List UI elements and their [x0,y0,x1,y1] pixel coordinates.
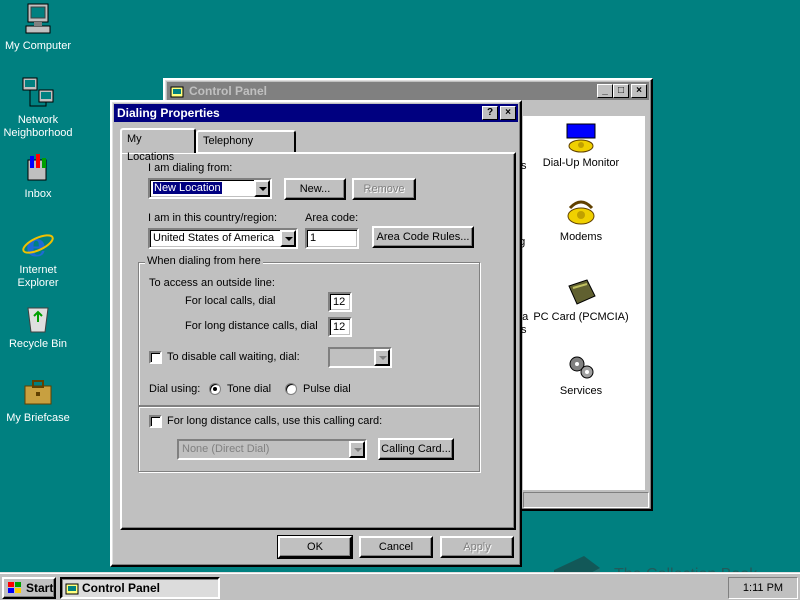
local-calls-label: For local calls, dial [185,295,276,307]
maximize-button[interactable]: □ [613,84,629,98]
windows-logo-icon [8,582,21,593]
chevron-down-icon[interactable] [280,230,296,247]
help-button[interactable]: ? [482,106,498,120]
control-panel-title: Control Panel [189,84,268,98]
taskbar-item-control-panel[interactable]: Control Panel [60,577,220,599]
dialing-properties-dialog[interactable]: Dialing Properties ? × My Locations Tele… [110,100,522,567]
cp-item-label: PC Card (PCMCIA) [533,311,629,323]
taskbar-item-label: Control Panel [82,581,161,595]
minimize-button[interactable]: _ [597,84,613,98]
dialog-title: Dialing Properties [117,106,220,120]
apply-button[interactable]: Apply [440,536,514,558]
desktop-icon-label: My Briefcase [6,412,70,424]
calling-card-value: None (Direct Dial) [182,443,270,455]
inbox-icon [27,154,47,181]
desktop-icon-label: My Computer [4,40,72,52]
desktop-icon-recycle-bin[interactable]: Recycle Bin [0,302,76,351]
calling-card-group: For long distance calls, use this callin… [138,406,480,472]
calling-card-checkbox[interactable] [149,415,162,428]
cp-item-label: Modems [559,231,603,243]
desktop-icon-internet-explorer[interactable]: e Internet Explorer [0,226,76,290]
taskbar: Start Control Panel 1:11 PM [0,572,800,600]
cp-item-pc-card[interactable]: PC Card (PCMCIA) [531,276,631,324]
calling-card-button[interactable]: Calling Card... [378,438,454,460]
chevron-down-icon[interactable] [374,349,390,366]
tab-panel-my-locations: I am dialing from: New Location New... R… [120,152,516,530]
desktop-icon-label: Network Neighborhood [3,114,73,139]
desktop-icon-my-computer[interactable]: My Computer [0,2,76,53]
control-panel-titlebar[interactable]: Control Panel _ □ × [167,82,649,100]
close-button[interactable]: × [631,84,647,98]
desktop-icon-inbox[interactable]: Inbox [0,152,76,201]
services-gear-icon [569,356,594,379]
long-distance-value: 12 [333,321,346,333]
tab-telephony-drivers[interactable]: Telephony Drivers [196,130,296,165]
chevron-down-icon[interactable] [349,441,365,458]
tab-my-locations[interactable]: My Locations [120,128,196,163]
ok-button[interactable]: OK [277,535,353,559]
call-waiting-label: To disable call waiting, dial: [167,351,300,363]
desktop-icon-network-neighborhood[interactable]: Network Neighborhood [0,76,76,140]
area-code-rules-button[interactable]: Area Code Rules... [372,226,474,248]
desktop-icon-label: Recycle Bin [8,338,68,350]
modem-icon [567,200,595,225]
long-distance-label: For long distance calls, dial [185,320,318,332]
start-label: Start [26,581,54,595]
dialing-from-value: New Location [153,182,222,194]
briefcase-icon [24,380,52,405]
start-button[interactable]: Start [2,577,56,599]
country-label: I am in this country/region: [148,212,278,224]
computer-icon [25,3,51,34]
call-waiting-combo[interactable] [328,347,392,368]
cp-item-dial-up-monitor[interactable]: Dial-Up Monitor [531,122,631,170]
area-code-input[interactable]: 1 [305,228,359,249]
desktop-icon-label: Internet Explorer [17,264,59,289]
cancel-button[interactable]: Cancel [359,536,433,558]
tone-dial-radio[interactable] [209,383,221,395]
status-bar [523,492,649,508]
dial-using-label: Dial using: [149,383,201,395]
tone-dial-label: Tone dial [227,383,272,395]
system-tray: 1:11 PM [728,577,798,599]
cp-item-modems[interactable]: Modems [531,196,631,244]
pc-card-icon [568,279,596,305]
group-title: When dialing from here [145,255,263,267]
cp-item-label: Dial-Up Monitor [542,157,620,169]
desktop-icon-my-briefcase[interactable]: My Briefcase [0,378,76,425]
dialing-from-combo[interactable]: New Location [148,178,272,199]
control-panel-icons-view[interactable]: s ng ata s Dial-Up Monitor Modems PC Car… [513,116,645,490]
close-button[interactable]: × [500,106,516,120]
country-value: United States of America [153,232,275,244]
dialog-titlebar[interactable]: Dialing Properties ? × [114,104,518,122]
when-dialing-group: When dialing from here To access an outs… [138,255,480,406]
calling-card-label: For long distance calls, use this callin… [167,415,383,427]
control-panel-icon [65,583,79,595]
recycle-bin-icon [27,307,49,333]
control-panel-icon [170,86,184,98]
local-calls-value: 12 [333,296,346,308]
local-calls-input[interactable]: 12 [328,292,352,312]
dial-up-monitor-icon [566,123,596,153]
tab-label: My Locations [127,133,175,163]
internet-explorer-icon: e [22,226,54,260]
long-distance-input[interactable]: 12 [328,317,352,337]
cp-item-label: Services [559,385,603,397]
pulse-dial-label: Pulse dial [303,383,351,395]
chevron-down-icon[interactable] [254,180,270,197]
outside-line-label: To access an outside line: [149,277,275,289]
remove-location-button[interactable]: Remove [352,178,416,200]
call-waiting-checkbox[interactable] [149,351,162,364]
pulse-dial-radio[interactable] [285,383,297,395]
network-icon [22,77,54,107]
desktop-icon-label: Inbox [24,188,52,200]
area-code-label: Area code: [305,212,359,224]
country-combo[interactable]: United States of America [148,228,298,249]
area-code-value: 1 [310,232,317,244]
calling-card-combo[interactable]: None (Direct Dial) [177,439,367,460]
clock[interactable]: 1:11 PM [743,582,783,594]
cp-item-services[interactable]: Services [531,350,631,398]
new-location-button[interactable]: New... [284,178,346,200]
